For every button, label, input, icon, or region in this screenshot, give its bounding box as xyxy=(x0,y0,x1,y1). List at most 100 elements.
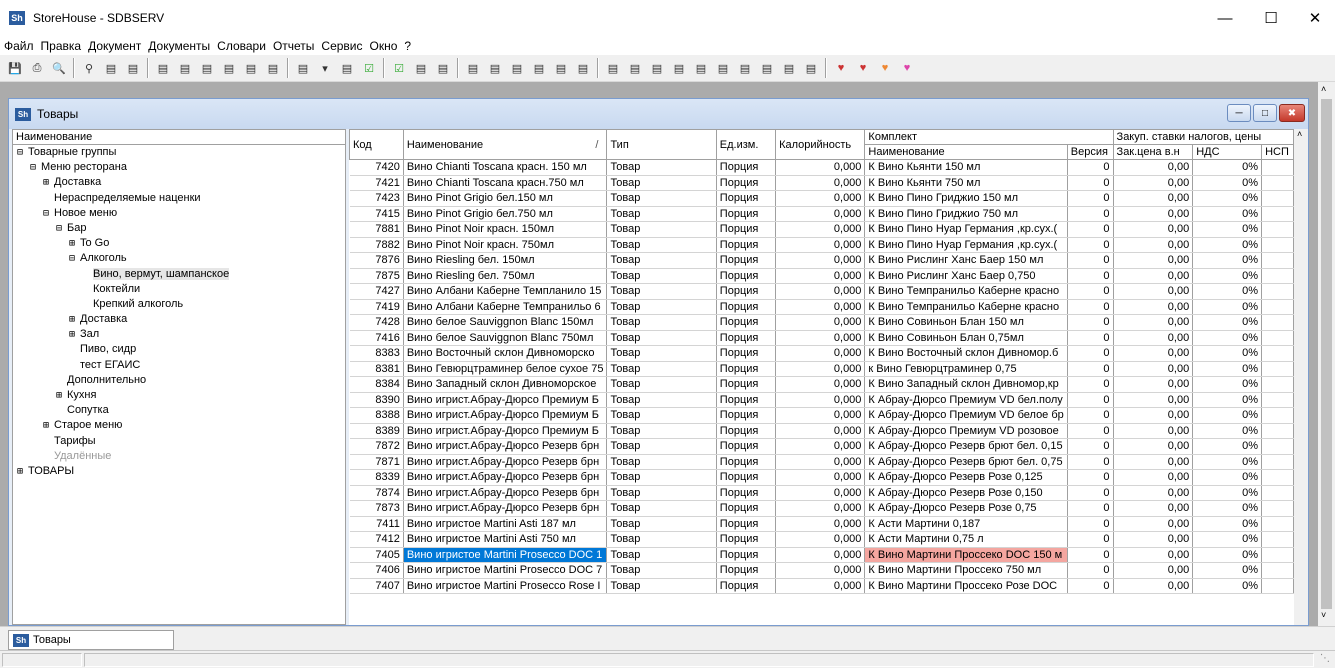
cell-cal[interactable]: 0,000 xyxy=(775,454,866,470)
cell-nsp[interactable] xyxy=(1261,268,1294,284)
cell-ver[interactable]: 0 xyxy=(1067,283,1114,300)
cell-code[interactable]: 7415 xyxy=(349,206,404,222)
collapse-icon[interactable]: ⊟ xyxy=(43,206,54,221)
cell-ver[interactable]: 0 xyxy=(1067,562,1114,579)
cell-kit[interactable]: К Вино Рислинг Ханс Баер 0,750 xyxy=(864,268,1068,284)
cell-unit[interactable]: Порция xyxy=(716,190,777,207)
cell-ver[interactable]: 0 xyxy=(1067,547,1114,563)
cell-cal[interactable]: 0,000 xyxy=(775,268,866,284)
cell-kit[interactable]: К Асти Мартини 0,75 л xyxy=(864,531,1068,548)
cell-name[interactable]: Вино игрист.Абрау-Дюрсо Резерв брн xyxy=(403,485,608,501)
cell-name[interactable]: Вино игрист.Абрау-Дюрсо Резерв брн xyxy=(403,438,608,455)
menu-item-6[interactable]: Сервис xyxy=(321,39,362,53)
cell-vat[interactable]: 0% xyxy=(1192,469,1263,486)
cell-price[interactable]: 0,00 xyxy=(1113,190,1194,207)
cell-code[interactable]: 7876 xyxy=(349,252,404,269)
table-row[interactable]: 8390 Вино игрист.Абрау-Дюрсо Премиум Б Тов… xyxy=(349,392,1294,408)
cell-nsp[interactable] xyxy=(1261,206,1294,222)
cell-unit[interactable]: Порция xyxy=(716,283,777,300)
cell-kit[interactable]: К Асти Мартини 0,187 xyxy=(864,516,1068,532)
cell-price[interactable]: 0,00 xyxy=(1113,159,1194,176)
expand-icon[interactable]: ⊞ xyxy=(17,464,28,479)
cell-vat[interactable]: 0% xyxy=(1192,392,1263,408)
cell-kit[interactable]: К Вино Рислинг Ханс Баер 150 мл xyxy=(864,252,1068,269)
cell-name[interactable]: Вино Pinot Noir красн. 150мл xyxy=(403,221,608,238)
cell-nsp[interactable] xyxy=(1261,376,1294,393)
cell-price[interactable]: 0,00 xyxy=(1113,500,1194,517)
report2-icon[interactable]: ▤ xyxy=(434,59,452,77)
cell-price[interactable]: 0,00 xyxy=(1113,283,1194,300)
cell-nsp[interactable] xyxy=(1261,423,1294,439)
cell-code[interactable]: 7419 xyxy=(349,299,404,315)
menu-item-2[interactable]: Документ xyxy=(88,39,141,53)
tree-item[interactable]: Нераспределяемые наценки xyxy=(13,191,345,206)
cell-price[interactable]: 0,00 xyxy=(1113,407,1194,424)
cell-type[interactable]: Товар xyxy=(606,469,717,486)
cell-cal[interactable]: 0,000 xyxy=(775,330,866,346)
cell-unit[interactable]: Порция xyxy=(716,268,777,284)
taskbar-tab-goods[interactable]: Sh Товары xyxy=(8,630,174,650)
table-row[interactable]: 7871 Вино игрист.Абрау-Дюрсо Резерв брн То… xyxy=(349,454,1294,470)
table-row[interactable]: 7882 Вино Pinot Noir красн. 750мл Товар Пор… xyxy=(349,237,1294,253)
cell-cal[interactable]: 0,000 xyxy=(775,469,866,486)
cell-unit[interactable]: Порция xyxy=(716,500,777,517)
cell-price[interactable]: 0,00 xyxy=(1113,361,1194,377)
cell-vat[interactable]: 0% xyxy=(1192,283,1263,300)
cell-vat[interactable]: 0% xyxy=(1192,221,1263,238)
cell-ver[interactable]: 0 xyxy=(1067,345,1114,362)
cell-vat[interactable]: 0% xyxy=(1192,252,1263,269)
cell-cal[interactable]: 0,000 xyxy=(775,516,866,532)
cell-vat[interactable]: 0% xyxy=(1192,454,1263,470)
cell-ver[interactable]: 0 xyxy=(1067,392,1114,408)
menu-item-4[interactable]: Словари xyxy=(217,39,266,53)
child-close-icon[interactable]: ✖ xyxy=(1279,104,1305,122)
cell-kit[interactable]: К Вино Пино Гриджио 150 мл xyxy=(864,190,1068,207)
cell-vat[interactable]: 0% xyxy=(1192,438,1263,455)
child-restore-icon[interactable]: □ xyxy=(1253,104,1277,122)
cell-nsp[interactable] xyxy=(1261,500,1294,517)
cell-price[interactable]: 0,00 xyxy=(1113,252,1194,269)
cell-nsp[interactable] xyxy=(1261,283,1294,300)
print-icon[interactable]: ⎙ xyxy=(28,59,46,77)
cell-name[interactable]: Вино Гевюрцтраминер белое сухое 75 xyxy=(403,361,608,377)
cell-ver[interactable]: 0 xyxy=(1067,469,1114,486)
child-minimize-icon[interactable]: ─ xyxy=(1227,104,1251,122)
cell-vat[interactable]: 0% xyxy=(1192,376,1263,393)
table-row[interactable]: 7873 Вино игрист.Абрау-Дюрсо Резерв брн То… xyxy=(349,500,1294,517)
table-row[interactable]: 7423 Вино Pinot Grigio бел.150 мл Товар Пор… xyxy=(349,190,1294,207)
cell-code[interactable]: 8389 xyxy=(349,423,404,439)
doc3-icon[interactable]: ▤ xyxy=(338,59,356,77)
cell-name[interactable]: Вино игристое Martini Prosecco DOC 1 xyxy=(403,547,608,563)
cell-kit[interactable]: К Абрау-Дюрсо Резерв Розе 0,125 xyxy=(864,469,1068,486)
tree-item[interactable]: ⊞ To Go xyxy=(13,236,345,251)
cell-cal[interactable]: 0,000 xyxy=(775,562,866,579)
cell-type[interactable]: Товар xyxy=(606,438,717,455)
tree-item[interactable]: Удалённые xyxy=(13,449,345,464)
cell-ver[interactable]: 0 xyxy=(1067,206,1114,222)
cell-unit[interactable]: Порция xyxy=(716,252,777,269)
cell-nsp[interactable] xyxy=(1261,190,1294,207)
table-row[interactable]: 7405 Вино игристое Martini Prosecco DOC 1… xyxy=(349,547,1294,563)
cell-nsp[interactable] xyxy=(1261,392,1294,408)
cell-name[interactable]: Вино белое Sauviggnon Blanc 150мл xyxy=(403,314,608,331)
cell-kit[interactable]: К Вино Кьянти 150 мл xyxy=(864,159,1068,176)
cell-unit[interactable]: Порция xyxy=(716,299,777,315)
cell-name[interactable]: Вино игрист.Абрау-Дюрсо Премиум Б xyxy=(403,407,608,424)
cell-kit[interactable]: К Вино Совиньон Блан 0,75мл xyxy=(864,330,1068,346)
collapse-icon[interactable]: ⊟ xyxy=(17,145,28,160)
cell-unit[interactable]: Порция xyxy=(716,485,777,501)
cell-price[interactable]: 0,00 xyxy=(1113,392,1194,408)
cell-unit[interactable]: Порция xyxy=(716,407,777,424)
cell-vat[interactable]: 0% xyxy=(1192,407,1263,424)
cell-cal[interactable]: 0,000 xyxy=(775,190,866,207)
cell-ver[interactable]: 0 xyxy=(1067,252,1114,269)
new-doc2-icon[interactable]: ▤ xyxy=(176,59,194,77)
new-doc-icon[interactable]: ▤ xyxy=(154,59,172,77)
cell-unit[interactable]: Порция xyxy=(716,547,777,563)
cell-unit[interactable]: Порция xyxy=(716,237,777,253)
cell-cal[interactable]: 0,000 xyxy=(775,252,866,269)
cell-nsp[interactable] xyxy=(1261,314,1294,331)
cell-kit[interactable]: К Вино Пино Нуар Германия ,кр.сух.( xyxy=(864,237,1068,253)
cell-unit[interactable]: Порция xyxy=(716,330,777,346)
table-row[interactable]: 7407 Вино игристое Martini Prosecco Rose … xyxy=(349,578,1294,594)
